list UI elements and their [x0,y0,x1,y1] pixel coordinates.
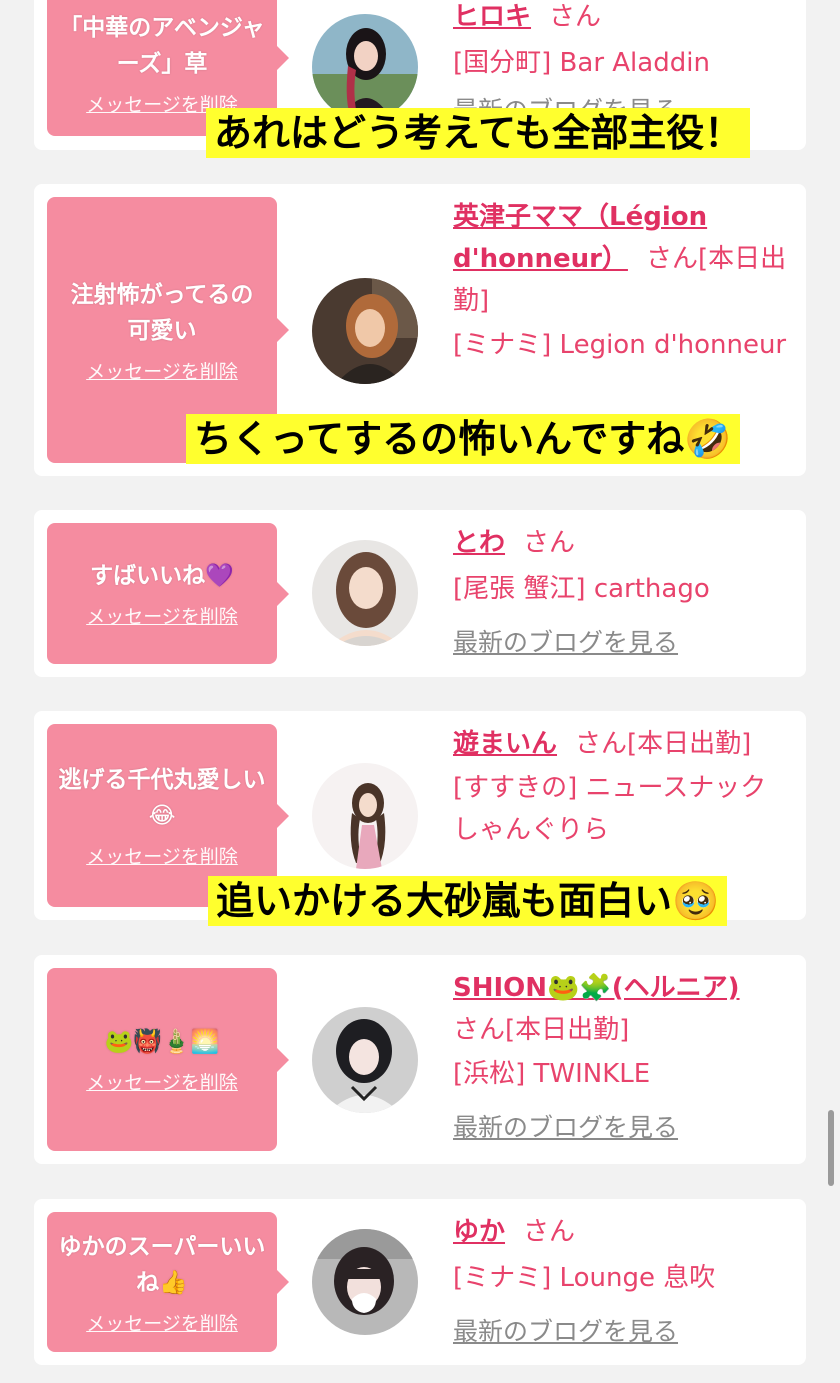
cast-name-link[interactable]: SHION🐸🧩(ヘルニア) [453,973,740,1003]
avatar[interactable] [312,278,418,384]
honorific: さん [549,2,602,32]
cast-name-link[interactable]: とわ [453,528,505,558]
cast-info: ゆか さん [ミナミ] Lounge 息吹 最新のブログを見る [453,1211,793,1353]
message-bubble: 🐸👹🎍🌅 メッセージを削除 [47,968,289,1151]
shop-name: [浜松] TWINKLE [453,1059,651,1089]
message-text: すばいいね💜 [90,563,234,589]
message-bubble: すばいいね💜 メッセージを削除 [47,523,289,664]
message-card: すばいいね💜 メッセージを削除 とわ さん [尾張 蟹江] carthago 最新… [34,510,806,677]
woman-portrait-icon [312,278,418,384]
woman-portrait-icon [312,1229,418,1335]
woman-portrait-icon [312,540,418,646]
message-text: 🐸👹🎍🌅 [104,1029,220,1055]
avatar[interactable] [312,540,418,646]
honorific: さん[本日出勤] [453,1015,630,1045]
cast-name-link[interactable]: 遊まいん [453,729,557,759]
delete-message-link[interactable]: メッセージを削除 [86,602,238,629]
latest-blog-link[interactable]: 最新のブログを見る [453,1107,793,1149]
avatar[interactable] [312,1229,418,1335]
avatar[interactable] [312,14,418,120]
message-card: 🐸👹🎍🌅 メッセージを削除 SHION🐸🧩(ヘルニア) さん[本日出勤] [浜松… [34,955,806,1164]
latest-blog-link[interactable]: 最新のブログを見る [453,1311,793,1353]
honorific: さん[本日出勤] [575,729,752,759]
woman-portrait-icon [312,763,418,869]
cast-info: SHION🐸🧩(ヘルニア) さん[本日出勤] [浜松] TWINKLE 最新のブ… [453,967,793,1149]
subtitle-caption: 追いかける大砂嵐も面白い🥹 [208,876,728,926]
message-text: ゆかのスーパーいいね👍 [58,1233,266,1296]
message-card: ゆかのスーパーいいね👍 メッセージを削除 ゆか さん [ミナミ] Lounge 息… [34,1199,806,1365]
delete-message-link[interactable]: メッセージを削除 [86,842,238,869]
message-text: 注射怖がってるの可愛い [70,281,254,344]
shop-name: [国分町] Bar Aladdin [453,48,710,78]
shop-name: [ミナミ] Lounge 息吹 [453,1263,716,1293]
cast-info: とわ さん [尾張 蟹江] carthago 最新のブログを見る [453,522,793,664]
honorific: さん [523,528,576,558]
shop-name: [ミナミ] Legion d'honneur [453,330,787,360]
subtitle-caption: あれはどう考えても全部主役！ [206,108,751,158]
delete-message-link[interactable]: メッセージを削除 [86,357,238,384]
woman-portrait-icon [312,1007,418,1113]
subtitle-caption: ちくってするの怖いんですね🤣 [186,414,740,464]
cast-info: 遊まいん さん[本日出勤] [すすきの] ニュースナック しゃんぐりら [453,723,793,851]
message-text: 「中華のアベンジャーズ」草 [59,14,265,77]
scrollbar[interactable] [828,1110,834,1186]
avatar[interactable] [312,763,418,869]
cast-name-link[interactable]: ゆか [453,1217,505,1247]
honorific: さん [523,1217,576,1247]
cast-info: 英津子ママ（Légion d'honneur） さん[本日出勤] [ミナミ] Le… [453,196,793,366]
woman-portrait-icon [312,14,418,120]
message-text: 逃げる千代丸愛しい😂 [58,767,266,829]
avatar[interactable] [312,1007,418,1113]
message-bubble: ゆかのスーパーいいね👍 メッセージを削除 [47,1212,289,1352]
delete-message-link[interactable]: メッセージを削除 [86,1309,238,1336]
shop-name: [すすきの] ニュースナック しゃんぐりら [453,773,767,845]
latest-blog-link[interactable]: 最新のブログを見る [453,622,793,664]
cast-name-link[interactable]: ヒロキ [453,2,531,32]
shop-name: [尾張 蟹江] carthago [453,574,710,604]
delete-message-link[interactable]: メッセージを削除 [86,1068,238,1095]
